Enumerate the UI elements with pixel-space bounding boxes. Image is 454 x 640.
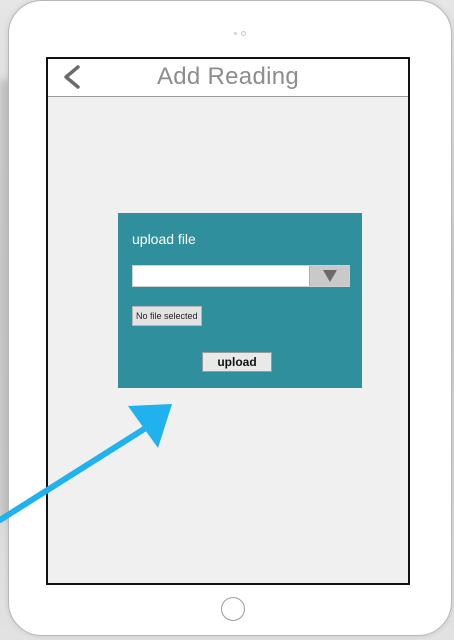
triangle-down-icon bbox=[323, 270, 337, 282]
upload-button[interactable]: upload bbox=[202, 352, 272, 372]
camera-icon bbox=[234, 31, 248, 37]
upload-panel: upload file No file selected upload bbox=[118, 213, 362, 388]
home-button[interactable] bbox=[221, 597, 245, 621]
select-dropdown-button[interactable] bbox=[309, 266, 349, 286]
file-type-select[interactable] bbox=[132, 265, 350, 287]
nav-bar: Add Reading bbox=[48, 59, 408, 97]
app-screen: Add Reading upload file No file selected… bbox=[46, 57, 410, 585]
upload-panel-title: upload file bbox=[132, 231, 196, 247]
page-title: Add Reading bbox=[156, 63, 300, 90]
stage: Add Reading upload file No file selected… bbox=[0, 0, 454, 640]
file-chooser-button[interactable]: No file selected bbox=[132, 306, 202, 326]
